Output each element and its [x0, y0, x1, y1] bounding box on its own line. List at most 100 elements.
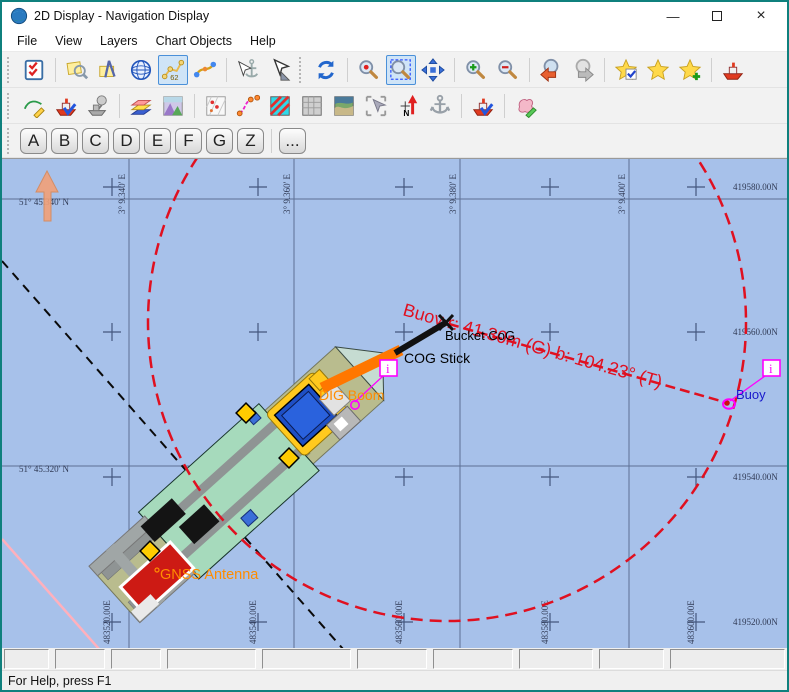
- task-check-icon: [22, 58, 46, 82]
- toolbar-button-layers[interactable]: [126, 91, 156, 121]
- chart-area[interactable]: 51° 45.340' N51° 45.320' N3° 9.340' E3° …: [2, 158, 787, 648]
- layer-button-z[interactable]: Z: [237, 128, 264, 154]
- close-button[interactable]: ×: [739, 3, 783, 29]
- layer-button-more[interactable]: ...: [279, 128, 306, 154]
- toolbar-button-chart-dots[interactable]: [201, 91, 231, 121]
- toolbar-button-zoom-window[interactable]: [386, 55, 416, 85]
- grid-cross: [395, 323, 413, 341]
- menu-item-layers[interactable]: Layers: [91, 32, 147, 50]
- status-panel: [357, 649, 427, 669]
- fav-add-icon: [678, 58, 702, 82]
- boat-check-icon: [471, 94, 495, 118]
- easting-label: 483540.00E: [248, 600, 258, 644]
- toolbar-button-refresh[interactable]: [311, 55, 341, 85]
- toolbar-button-pan[interactable]: [418, 55, 448, 85]
- toolbar-separator: [529, 58, 530, 82]
- toolbar-button-view-back[interactable]: [536, 55, 566, 85]
- bucket-cog-label: Bucket CoG: [445, 328, 515, 343]
- toolbar-grip[interactable]: [299, 57, 307, 83]
- toolbar-button-view-forward[interactable]: [568, 55, 598, 85]
- toolbar-button-note-compass[interactable]: [94, 55, 124, 85]
- toolbar-grip[interactable]: [7, 128, 15, 154]
- tile-stripes-icon: [268, 94, 292, 118]
- menu-item-view[interactable]: View: [46, 32, 91, 50]
- grid-cross: [541, 468, 559, 486]
- easting-label: 483520.00E: [102, 600, 112, 644]
- toolbar-button-note-search[interactable]: [62, 55, 92, 85]
- toolbar-button-fav-check[interactable]: [611, 55, 641, 85]
- anchor-icon: [428, 94, 452, 118]
- toolbar-button-select-arrow[interactable]: [265, 55, 295, 85]
- toolbar-button-zoom-in[interactable]: [461, 55, 491, 85]
- anchor-cursor-icon: [236, 58, 260, 82]
- maximize-button[interactable]: [695, 3, 739, 29]
- draw-route-icon: [22, 94, 46, 118]
- menu-item-chart-objects[interactable]: Chart Objects: [147, 32, 241, 50]
- toolbar-button-draw-route[interactable]: [19, 91, 49, 121]
- northing-label: 419580.00N: [733, 182, 778, 192]
- title-bar: 2D Display - Navigation Display — ×: [2, 2, 787, 30]
- view-forward-icon: [571, 58, 595, 82]
- toolbar-button-boat-check[interactable]: [51, 91, 81, 121]
- menu-item-help[interactable]: Help: [241, 32, 285, 50]
- toolbar-button-polyline-62[interactable]: 62: [158, 55, 188, 85]
- status-panel: [111, 649, 161, 669]
- status-panel: [519, 649, 593, 669]
- toolbar-button-fav-add[interactable]: [675, 55, 705, 85]
- toolbar-button-curve-points[interactable]: [190, 55, 220, 85]
- toolbar-button-cursor-brackets[interactable]: [361, 91, 391, 121]
- toolbar-button-boat-check[interactable]: [468, 91, 498, 121]
- erase-icon: [514, 94, 538, 118]
- status-panel: [670, 649, 785, 669]
- toolbar-button-fav-star[interactable]: [643, 55, 673, 85]
- toolbar-button-anchor[interactable]: [425, 91, 455, 121]
- toolbar-separator: [119, 94, 120, 118]
- toolbar-button-erase[interactable]: [511, 91, 541, 121]
- boat-radar-icon: [86, 94, 110, 118]
- toolbar-main: 62: [2, 52, 787, 88]
- easting-label: 483560.00E: [394, 600, 404, 644]
- fav-star-icon: [646, 58, 670, 82]
- toolbar-button-anchor-cursor[interactable]: [233, 55, 263, 85]
- app-window: 2D Display - Navigation Display — × File…: [0, 0, 789, 692]
- toolbar-separator: [461, 94, 462, 118]
- toolbar-button-zoom-out[interactable]: [493, 55, 523, 85]
- boat-check-icon: [54, 94, 78, 118]
- menu-bar: FileViewLayersChart ObjectsHelp: [2, 30, 787, 52]
- toolbar-button-boat-red[interactable]: [718, 55, 748, 85]
- layer-button-e[interactable]: E: [144, 128, 171, 154]
- toolbar-button-boat-radar[interactable]: [83, 91, 113, 121]
- layer-button-b[interactable]: B: [51, 128, 78, 154]
- toolbar-separator: [55, 58, 56, 82]
- toolbar-button-tile-sat[interactable]: [329, 91, 359, 121]
- layer-button-f[interactable]: F: [175, 128, 202, 154]
- layer-button-g[interactable]: G: [206, 128, 233, 154]
- toolbar-button-route-magenta[interactable]: [233, 91, 263, 121]
- route-magenta-icon: [236, 94, 260, 118]
- zoom-target-icon: [357, 58, 381, 82]
- toolbar-button-north-arrow[interactable]: N: [393, 91, 423, 121]
- toolbar-button-zoom-target[interactable]: [354, 55, 384, 85]
- zoom-in-icon: [464, 58, 488, 82]
- layer-button-d[interactable]: D: [113, 128, 140, 154]
- window-title: 2D Display - Navigation Display: [34, 9, 209, 23]
- toolbar-button-tile-grid[interactable]: [297, 91, 327, 121]
- status-panel: [55, 649, 105, 669]
- toolbar-button-terrain[interactable]: [158, 91, 188, 121]
- toolbar-button-task-check[interactable]: [19, 55, 49, 85]
- northing-label: 419520.00N: [733, 617, 778, 627]
- toolbar-button-tile-stripes[interactable]: [265, 91, 295, 121]
- note-compass-icon: [97, 58, 121, 82]
- layer-button-c[interactable]: C: [82, 128, 109, 154]
- toolbar-button-globe[interactable]: [126, 55, 156, 85]
- toolbar-grip[interactable]: [7, 57, 15, 83]
- toolbar-separator: [194, 94, 195, 118]
- layer-button-a[interactable]: A: [20, 128, 47, 154]
- chart-canvas[interactable]: 51° 45.340' N51° 45.320' N3° 9.340' E3° …: [2, 159, 787, 648]
- toolbar-grip[interactable]: [7, 93, 15, 119]
- menu-item-file[interactable]: File: [8, 32, 46, 50]
- minimize-button[interactable]: —: [651, 3, 695, 29]
- status-panel: [262, 649, 351, 669]
- lat-label: 51° 45.320' N: [19, 464, 69, 474]
- toolbar-separator: [604, 58, 605, 82]
